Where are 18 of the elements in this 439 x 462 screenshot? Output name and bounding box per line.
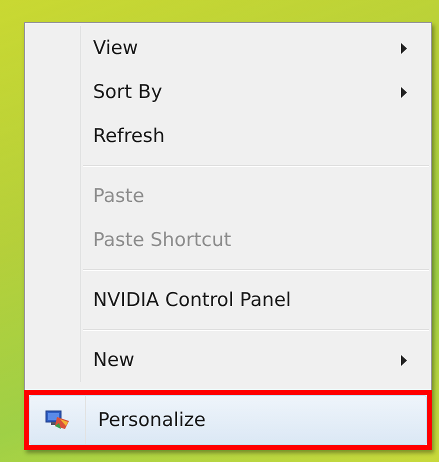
menu-item-label: Paste: [92, 184, 144, 209]
menu-item[interactable]: New: [25, 338, 431, 382]
menu-item-label: Sort By: [92, 80, 162, 105]
menu-item[interactable]: Personalize: [29, 395, 427, 445]
menu-item[interactable]: NVIDIA Control Panel: [25, 278, 431, 322]
menu-item-label: Paste Shortcut: [92, 228, 232, 253]
menu-item-label: NVIDIA Control Panel: [92, 288, 292, 313]
display-settings-icon: [44, 409, 70, 431]
menu-item[interactable]: Refresh: [25, 114, 431, 158]
menu-item-label: Personalize: [97, 408, 206, 433]
menu-item[interactable]: Sort By: [25, 70, 431, 114]
submenu-arrow-icon: [401, 42, 407, 54]
menu-item[interactable]: View: [25, 26, 431, 70]
submenu-arrow-icon: [401, 86, 407, 98]
menu-item-label: Refresh: [92, 124, 165, 149]
menu-item-label: View: [92, 36, 138, 61]
menu-item-label: New: [92, 348, 134, 373]
submenu-arrow-icon: [401, 354, 407, 366]
